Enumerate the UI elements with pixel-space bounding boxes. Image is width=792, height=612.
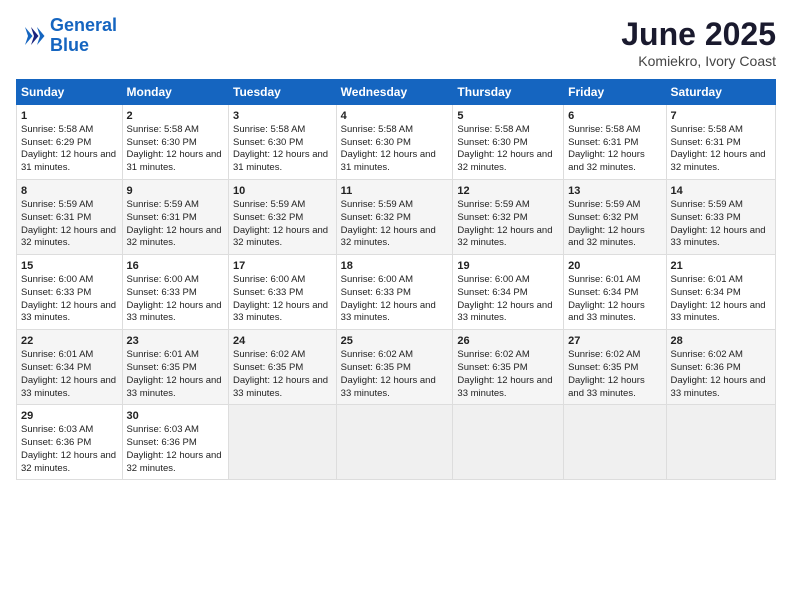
calendar-cell (564, 405, 666, 480)
calendar-cell (229, 405, 337, 480)
calendar-table: Sunday Monday Tuesday Wednesday Thursday… (16, 79, 776, 480)
col-sunday: Sunday (17, 80, 123, 105)
calendar-cell: 30Sunrise: 6:03 AMSunset: 6:36 PMDayligh… (122, 405, 228, 480)
calendar-cell: 17Sunrise: 6:00 AMSunset: 6:33 PMDayligh… (229, 255, 337, 330)
calendar-cell: 23Sunrise: 6:01 AMSunset: 6:35 PMDayligh… (122, 330, 228, 405)
calendar-cell: 15Sunrise: 6:00 AMSunset: 6:33 PMDayligh… (17, 255, 123, 330)
col-friday: Friday (564, 80, 666, 105)
week-row-3: 15Sunrise: 6:00 AMSunset: 6:33 PMDayligh… (17, 255, 776, 330)
col-monday: Monday (122, 80, 228, 105)
page: General Blue June 2025 Komiekro, Ivory C… (0, 0, 792, 612)
calendar-cell: 20Sunrise: 6:01 AMSunset: 6:34 PMDayligh… (564, 255, 666, 330)
subtitle: Komiekro, Ivory Coast (621, 53, 776, 69)
week-row-1: 1Sunrise: 5:58 AMSunset: 6:29 PMDaylight… (17, 105, 776, 180)
title-block: June 2025 Komiekro, Ivory Coast (621, 16, 776, 69)
calendar-cell (453, 405, 564, 480)
col-tuesday: Tuesday (229, 80, 337, 105)
calendar-cell: 13Sunrise: 5:59 AMSunset: 6:32 PMDayligh… (564, 180, 666, 255)
col-wednesday: Wednesday (336, 80, 453, 105)
calendar-cell: 22Sunrise: 6:01 AMSunset: 6:34 PMDayligh… (17, 330, 123, 405)
calendar-cell: 18Sunrise: 6:00 AMSunset: 6:33 PMDayligh… (336, 255, 453, 330)
logo-icon (16, 21, 46, 51)
logo-text: General Blue (50, 16, 117, 56)
calendar-cell: 7Sunrise: 5:58 AMSunset: 6:31 PMDaylight… (666, 105, 775, 180)
calendar-cell (336, 405, 453, 480)
col-thursday: Thursday (453, 80, 564, 105)
calendar-cell: 6Sunrise: 5:58 AMSunset: 6:31 PMDaylight… (564, 105, 666, 180)
calendar-cell: 10Sunrise: 5:59 AMSunset: 6:32 PMDayligh… (229, 180, 337, 255)
calendar-cell: 3Sunrise: 5:58 AMSunset: 6:30 PMDaylight… (229, 105, 337, 180)
main-title: June 2025 (621, 16, 776, 53)
header-row: Sunday Monday Tuesday Wednesday Thursday… (17, 80, 776, 105)
calendar-cell: 12Sunrise: 5:59 AMSunset: 6:32 PMDayligh… (453, 180, 564, 255)
calendar-cell (666, 405, 775, 480)
col-saturday: Saturday (666, 80, 775, 105)
calendar-cell: 27Sunrise: 6:02 AMSunset: 6:35 PMDayligh… (564, 330, 666, 405)
calendar-cell: 29Sunrise: 6:03 AMSunset: 6:36 PMDayligh… (17, 405, 123, 480)
calendar-cell: 19Sunrise: 6:00 AMSunset: 6:34 PMDayligh… (453, 255, 564, 330)
calendar-cell: 21Sunrise: 6:01 AMSunset: 6:34 PMDayligh… (666, 255, 775, 330)
calendar-cell: 24Sunrise: 6:02 AMSunset: 6:35 PMDayligh… (229, 330, 337, 405)
calendar-cell: 2Sunrise: 5:58 AMSunset: 6:30 PMDaylight… (122, 105, 228, 180)
calendar-cell: 8Sunrise: 5:59 AMSunset: 6:31 PMDaylight… (17, 180, 123, 255)
week-row-5: 29Sunrise: 6:03 AMSunset: 6:36 PMDayligh… (17, 405, 776, 480)
calendar-cell: 28Sunrise: 6:02 AMSunset: 6:36 PMDayligh… (666, 330, 775, 405)
calendar-cell: 4Sunrise: 5:58 AMSunset: 6:30 PMDaylight… (336, 105, 453, 180)
calendar-cell: 16Sunrise: 6:00 AMSunset: 6:33 PMDayligh… (122, 255, 228, 330)
week-row-2: 8Sunrise: 5:59 AMSunset: 6:31 PMDaylight… (17, 180, 776, 255)
logo: General Blue (16, 16, 117, 56)
calendar-cell: 26Sunrise: 6:02 AMSunset: 6:35 PMDayligh… (453, 330, 564, 405)
calendar-cell: 1Sunrise: 5:58 AMSunset: 6:29 PMDaylight… (17, 105, 123, 180)
calendar-cell: 5Sunrise: 5:58 AMSunset: 6:30 PMDaylight… (453, 105, 564, 180)
header: General Blue June 2025 Komiekro, Ivory C… (16, 16, 776, 69)
calendar-cell: 9Sunrise: 5:59 AMSunset: 6:31 PMDaylight… (122, 180, 228, 255)
calendar-cell: 25Sunrise: 6:02 AMSunset: 6:35 PMDayligh… (336, 330, 453, 405)
week-row-4: 22Sunrise: 6:01 AMSunset: 6:34 PMDayligh… (17, 330, 776, 405)
calendar-cell: 11Sunrise: 5:59 AMSunset: 6:32 PMDayligh… (336, 180, 453, 255)
calendar-cell: 14Sunrise: 5:59 AMSunset: 6:33 PMDayligh… (666, 180, 775, 255)
